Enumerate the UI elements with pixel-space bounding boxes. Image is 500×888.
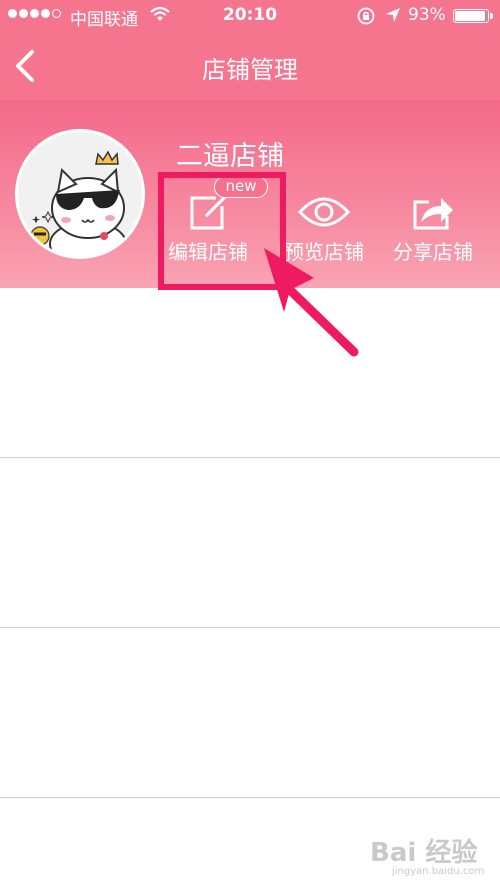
battery-icon: [453, 9, 493, 23]
rotation-lock-icon: [356, 6, 376, 31]
shop-header: 二逼店铺 编辑店铺 预览店铺 分享店铺 new: [0, 100, 500, 288]
watermark-url: jingyan.baidu.com: [392, 866, 485, 877]
share-icon: [413, 198, 453, 230]
page-title: 店铺管理: [202, 56, 298, 84]
list-divider: [0, 797, 500, 798]
battery-percent: 93%: [408, 5, 446, 25]
preview-shop-button[interactable]: 预览店铺: [274, 192, 374, 265]
location-arrow-icon: [384, 6, 402, 29]
list-divider: [0, 457, 500, 458]
status-bar: 中国联通 20:10 93%: [0, 0, 500, 32]
edit-shop-label: 编辑店铺: [168, 240, 248, 264]
cat-avatar-icon: [18, 132, 142, 256]
eye-icon: [297, 197, 351, 227]
edit-icon: [190, 194, 228, 230]
list-divider: [0, 627, 500, 628]
navigation-bar: 店铺管理: [0, 32, 500, 100]
baidu-watermark: Bai 经验: [370, 838, 478, 868]
new-badge: new: [214, 176, 268, 198]
back-button[interactable]: [10, 48, 40, 84]
shop-name: 二逼店铺: [176, 141, 284, 172]
share-shop-label: 分享店铺: [393, 240, 473, 264]
preview-shop-label: 预览店铺: [284, 240, 364, 264]
chevron-left-icon: [16, 50, 34, 82]
edit-shop-button[interactable]: 编辑店铺: [158, 192, 258, 265]
share-shop-button[interactable]: 分享店铺: [383, 192, 483, 265]
shop-avatar[interactable]: [18, 132, 142, 256]
